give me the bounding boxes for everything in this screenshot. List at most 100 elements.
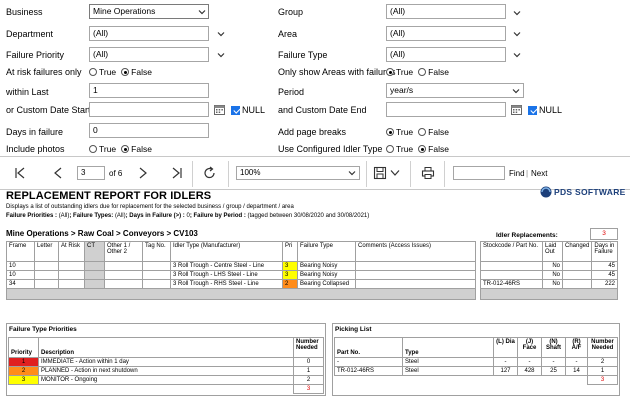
first-page-icon[interactable] <box>13 165 27 181</box>
dia-cell: 127 <box>493 366 518 376</box>
business-select[interactable]: Mine Operations <box>89 4 209 19</box>
radio-icon[interactable] <box>386 145 394 153</box>
radio-selected-icon[interactable] <box>121 68 130 76</box>
column-header: (N) Shaft <box>541 337 566 358</box>
radio-icon[interactable] <box>89 145 97 153</box>
failure-type-cell: Bearing Collapsed <box>297 279 356 289</box>
use-configured-idler-true-option[interactable]: True <box>386 144 413 154</box>
radio-icon[interactable] <box>418 68 427 76</box>
business-label: Business <box>6 7 43 17</box>
chevron-down-icon[interactable] <box>512 8 522 18</box>
table-header-row: Stockcode / Part No. Laid Out Changed Da… <box>480 241 618 262</box>
null-checkbox-icon[interactable] <box>231 105 240 115</box>
find-input[interactable] <box>453 166 505 180</box>
failure-type-select[interactable]: (All) <box>386 47 506 62</box>
report-description: Displays a list of outstanding idlers du… <box>6 204 294 210</box>
needed-cell: 1 <box>293 366 324 376</box>
letter-cell <box>34 279 59 289</box>
column-header: (L) Dia <box>493 337 518 358</box>
chevron-down-icon[interactable] <box>216 29 226 39</box>
calendar-icon[interactable] <box>214 104 225 115</box>
column-header: CT <box>84 241 105 262</box>
last-page-icon[interactable] <box>170 165 184 181</box>
radio-selected-icon[interactable] <box>386 128 394 136</box>
radio-selected-icon[interactable] <box>386 68 394 76</box>
previous-page-icon[interactable] <box>51 165 65 181</box>
failure-type-priorities-panel: Failure Type Priorities Priority Descrip… <box>6 323 326 396</box>
within-last-input[interactable]: 1 <box>89 83 209 98</box>
chevron-down-icon[interactable] <box>511 86 521 96</box>
save-icon[interactable] <box>373 165 387 181</box>
custom-start-null[interactable]: NULL <box>231 105 265 115</box>
column-header: Number Needed <box>587 337 618 358</box>
changed-cell <box>561 270 593 280</box>
criteria-failure-types-label: ; Failure Types: <box>69 213 115 219</box>
add-page-breaks-false-option[interactable]: False <box>418 127 449 137</box>
column-header: At Risk <box>58 241 85 262</box>
column-header: (J) Face <box>517 337 542 358</box>
priority-cell: 2 <box>282 279 298 289</box>
null-checkbox-icon[interactable] <box>528 105 537 115</box>
shaft-cell: - <box>541 357 566 367</box>
laid-out-cell: No <box>542 279 563 289</box>
column-header: Comments (Access Issues) <box>355 241 476 262</box>
failure-priority-select[interactable]: (All) <box>89 47 209 62</box>
include-photos-false-option[interactable]: False <box>121 144 152 154</box>
at-risk-cell <box>58 279 85 289</box>
radio-icon[interactable] <box>418 128 427 136</box>
chevron-down-icon[interactable] <box>390 168 400 178</box>
chevron-down-icon[interactable] <box>512 29 522 39</box>
use-configured-idler-false-option[interactable]: False <box>418 144 449 154</box>
add-page-breaks-true-option[interactable]: True <box>386 127 413 137</box>
total-needed-cell: 3 <box>587 375 618 385</box>
calendar-icon[interactable] <box>511 104 522 115</box>
custom-end-null[interactable]: NULL <box>528 105 562 115</box>
shaft-cell: 25 <box>541 366 566 376</box>
priority-cell: 3 <box>282 270 298 280</box>
custom-end-input[interactable] <box>386 102 506 117</box>
description-cell: PLANNED - Action in next shutdown <box>38 366 294 376</box>
column-header: Laid Out <box>542 241 563 262</box>
radio-icon[interactable] <box>89 68 97 76</box>
chevron-down-icon[interactable] <box>347 168 357 178</box>
at-risk-true-option[interactable]: True <box>89 67 116 77</box>
refresh-icon[interactable] <box>203 165 217 181</box>
use-configured-idler-radio-group: True False <box>386 144 454 154</box>
table-total-row: 3 <box>9 384 324 394</box>
print-icon[interactable] <box>421 165 435 181</box>
radio-selected-icon[interactable] <box>418 145 427 153</box>
use-configured-idler-label: Use Configured Idler Type <box>278 144 383 154</box>
include-photos-radio-group: True False <box>89 144 157 154</box>
period-select[interactable]: year/s <box>386 83 524 98</box>
table-row: 10 3 Roll Trough - LHS Steel - Line 3 Be… <box>6 270 476 280</box>
column-header: Stockcode / Part No. <box>480 241 543 262</box>
zoom-select[interactable]: 100% <box>236 166 360 180</box>
find-link[interactable]: Find <box>509 169 525 178</box>
custom-start-input[interactable] <box>89 102 209 117</box>
criteria-period-label: ; Failure by Period : <box>189 213 248 219</box>
table-row: TR-012-46RS Steel 127 428 25 14 1 <box>334 366 618 376</box>
failure-priority-label: Failure Priority <box>6 50 65 60</box>
laid-out-cell: No <box>542 270 563 280</box>
only-show-areas-true-option[interactable]: True <box>386 67 413 77</box>
chevron-down-icon[interactable] <box>197 7 207 17</box>
add-page-breaks-label: Add page breaks <box>278 127 347 137</box>
chevron-down-icon[interactable] <box>512 50 522 60</box>
other-cell <box>104 261 143 271</box>
custom-end-label: and Custom Date End <box>278 105 367 115</box>
page-number-input[interactable]: 3 <box>77 166 105 180</box>
department-select[interactable]: (All) <box>89 26 209 41</box>
only-show-areas-false-option[interactable]: False <box>418 67 449 77</box>
at-risk-false-option[interactable]: False <box>121 67 152 77</box>
days-in-failure-input[interactable]: 0 <box>89 123 209 138</box>
include-photos-true-option[interactable]: True <box>89 144 116 154</box>
chevron-down-icon[interactable] <box>216 50 226 60</box>
next-page-icon[interactable] <box>136 165 150 181</box>
next-link[interactable]: Next <box>531 169 547 178</box>
column-header: Part No. <box>334 337 403 358</box>
group-select[interactable]: (All) <box>386 4 506 19</box>
radio-selected-icon[interactable] <box>121 145 130 153</box>
only-show-areas-radio-group: True False <box>386 67 454 77</box>
column-header: Tag No. <box>142 241 171 262</box>
area-select[interactable]: (All) <box>386 26 506 41</box>
